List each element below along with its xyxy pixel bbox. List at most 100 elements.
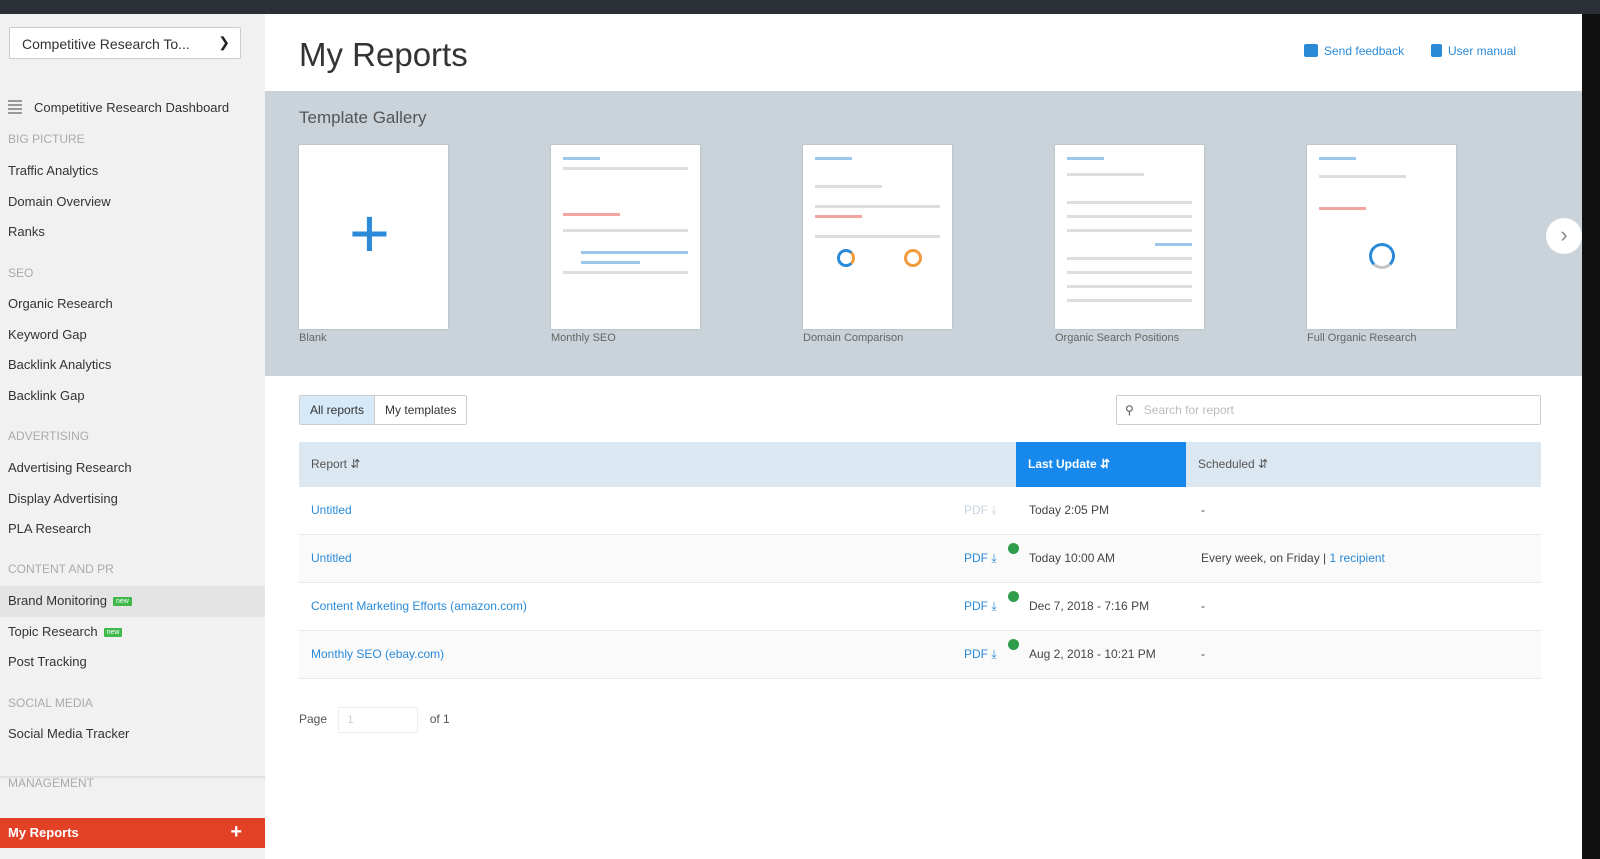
sidebar-item-post-tracking[interactable]: Post Tracking <box>8 654 87 669</box>
template-label: Monthly SEO <box>551 332 616 344</box>
sidebar-item-ranks[interactable]: Ranks <box>8 224 45 239</box>
table-row: Untitled PDF ⤓ Today 10:00 AM Every week… <box>299 535 1541 583</box>
add-report-icon[interactable]: + <box>230 821 242 844</box>
plus-icon: + <box>349 194 390 272</box>
thumb-line <box>563 167 688 170</box>
template-gallery: Template Gallery + Blank Monthly SEO Dom… <box>265 91 1582 376</box>
sidebar-item-label: My Reports <box>8 825 79 840</box>
gallery-title: Template Gallery <box>299 108 427 127</box>
last-update-cell: Today 2:05 PM <box>1029 503 1110 517</box>
sidebar-item-social-media-tracker[interactable]: Social Media Tracker <box>8 726 129 741</box>
sidebar-item-topic-research[interactable]: Topic Research new <box>8 624 123 639</box>
tool-select-label: Competitive Research To... <box>22 36 190 52</box>
report-link[interactable]: Monthly SEO (ebay.com) <box>311 647 444 661</box>
thumb-line <box>581 251 688 254</box>
recipient-link[interactable]: 1 recipient <box>1330 551 1385 565</box>
search-icon: ⚲ <box>1125 403 1134 417</box>
page-input[interactable]: 1 <box>338 707 419 733</box>
sidebar-item-organic-research[interactable]: Organic Research <box>8 296 113 311</box>
sidebar-item-brand-monitoring[interactable]: Brand Monitoring new <box>8 593 132 608</box>
column-header-report[interactable]: Report ⇵ <box>299 442 1016 487</box>
send-feedback-link[interactable]: Send feedback <box>1304 44 1404 58</box>
section-big-picture: BIG PICTURE <box>8 132 85 146</box>
pdf-download-link[interactable]: PDF ⤓ <box>964 647 997 662</box>
sidebar-item-advertising-research[interactable]: Advertising Research <box>8 460 132 475</box>
table-header: Report ⇵ Last Update ⇵ Scheduled ⇵ <box>299 442 1541 487</box>
last-update-cell: Dec 7, 2018 - 7:16 PM <box>1029 599 1150 613</box>
status-dot-icon <box>1008 543 1019 554</box>
sidebar-item-backlink-analytics[interactable]: Backlink Analytics <box>8 357 111 372</box>
report-link[interactable]: Untitled <box>311 503 352 517</box>
column-header-scheduled[interactable]: Scheduled ⇵ <box>1186 442 1541 487</box>
thumb-line <box>581 261 640 264</box>
template-card-blank[interactable]: + <box>299 145 448 329</box>
search-placeholder: Search for report <box>1143 403 1234 417</box>
thumb-line <box>1067 257 1192 260</box>
chevron-right-icon: › <box>1560 222 1568 247</box>
template-card-domain-comparison[interactable] <box>803 145 952 329</box>
search-input[interactable]: ⚲ Search for report <box>1116 395 1541 425</box>
pdf-download-link[interactable]: PDF ⤓ <box>964 503 997 518</box>
thumb-line <box>563 229 688 232</box>
scheduled-cell: - <box>1201 503 1205 517</box>
user-manual-label: User manual <box>1448 44 1517 58</box>
sidebar-item-label: Topic Research <box>8 624 98 639</box>
sidebar-item-pla-research[interactable]: PLA Research <box>8 521 91 536</box>
download-icon: ⤓ <box>991 551 997 565</box>
pdf-download-link[interactable]: PDF ⤓ <box>964 551 997 566</box>
column-header-last-update[interactable]: Last Update ⇵ <box>1016 442 1186 487</box>
sidebar-item-traffic-analytics[interactable]: Traffic Analytics <box>8 163 98 178</box>
sort-icon: ⇵ <box>1100 457 1111 471</box>
section-advertising: ADVERTISING <box>8 429 90 443</box>
download-icon: ⤓ <box>991 647 997 661</box>
section-social-media: SOCIAL MEDIA <box>8 696 93 710</box>
template-card-full-organic-research[interactable] <box>1307 145 1456 329</box>
sidebar: Competitive Research To... ❯ Competitive… <box>0 14 265 859</box>
sidebar-item-dashboard[interactable]: Competitive Research Dashboard <box>8 100 229 115</box>
download-icon: ⤓ <box>991 503 997 517</box>
template-card-organic-search-positions[interactable] <box>1055 145 1204 329</box>
donut-thumb <box>837 249 855 267</box>
sidebar-item-my-reports[interactable]: My Reports + <box>0 818 265 848</box>
pagination: Page 1 of 1 <box>299 707 450 733</box>
thumb-line <box>1067 173 1144 176</box>
section-seo: SEO <box>8 266 34 280</box>
thumb-line <box>815 185 882 188</box>
thumb-line <box>1067 285 1192 288</box>
sidebar-item-label: Competitive Research Dashboard <box>34 100 230 115</box>
tab-my-templates[interactable]: My templates <box>375 396 466 424</box>
schedule-text: Every week, on Friday | <box>1201 551 1327 565</box>
sidebar-item-keyword-gap[interactable]: Keyword Gap <box>8 327 87 342</box>
thumb-line <box>1067 201 1192 204</box>
tab-all-reports[interactable]: All reports <box>300 396 376 424</box>
download-icon: ⤓ <box>991 599 997 613</box>
status-dot-icon <box>1008 639 1019 650</box>
new-badge: new <box>103 628 123 637</box>
template-card-monthly-seo[interactable] <box>551 145 700 329</box>
top-bar <box>0 0 1600 14</box>
pdf-label: PDF <box>964 647 988 661</box>
scheduled-cell: - <box>1201 647 1205 661</box>
report-link[interactable]: Untitled <box>311 551 352 565</box>
feedback-icon <box>1304 44 1318 57</box>
sidebar-item-backlink-gap[interactable]: Backlink Gap <box>8 388 85 403</box>
thumb-line <box>815 157 852 160</box>
sidebar-item-domain-overview[interactable]: Domain Overview <box>8 194 111 209</box>
pdf-download-link[interactable]: PDF ⤓ <box>964 599 997 614</box>
book-icon <box>1431 44 1442 57</box>
thumb-line <box>1067 271 1192 274</box>
status-dot-icon <box>1008 591 1019 602</box>
gallery-next-button[interactable]: › <box>1546 218 1582 254</box>
page-total: of 1 <box>429 712 450 727</box>
pdf-label: PDF <box>964 503 988 517</box>
page-label: Page <box>299 712 328 727</box>
window-edge <box>1582 14 1600 859</box>
sidebar-item-label: Brand Monitoring <box>8 593 107 608</box>
thumb-line <box>1067 299 1192 302</box>
sort-icon: ⇵ <box>350 457 361 471</box>
user-manual-link[interactable]: User manual <box>1431 44 1516 58</box>
tool-select[interactable]: Competitive Research To... ❯ <box>9 27 241 59</box>
sidebar-item-display-advertising[interactable]: Display Advertising <box>8 491 118 506</box>
report-link[interactable]: Content Marketing Efforts (amazon.com) <box>311 599 527 613</box>
table-row: Untitled PDF ⤓ Today 2:05 PM - <box>299 487 1541 535</box>
